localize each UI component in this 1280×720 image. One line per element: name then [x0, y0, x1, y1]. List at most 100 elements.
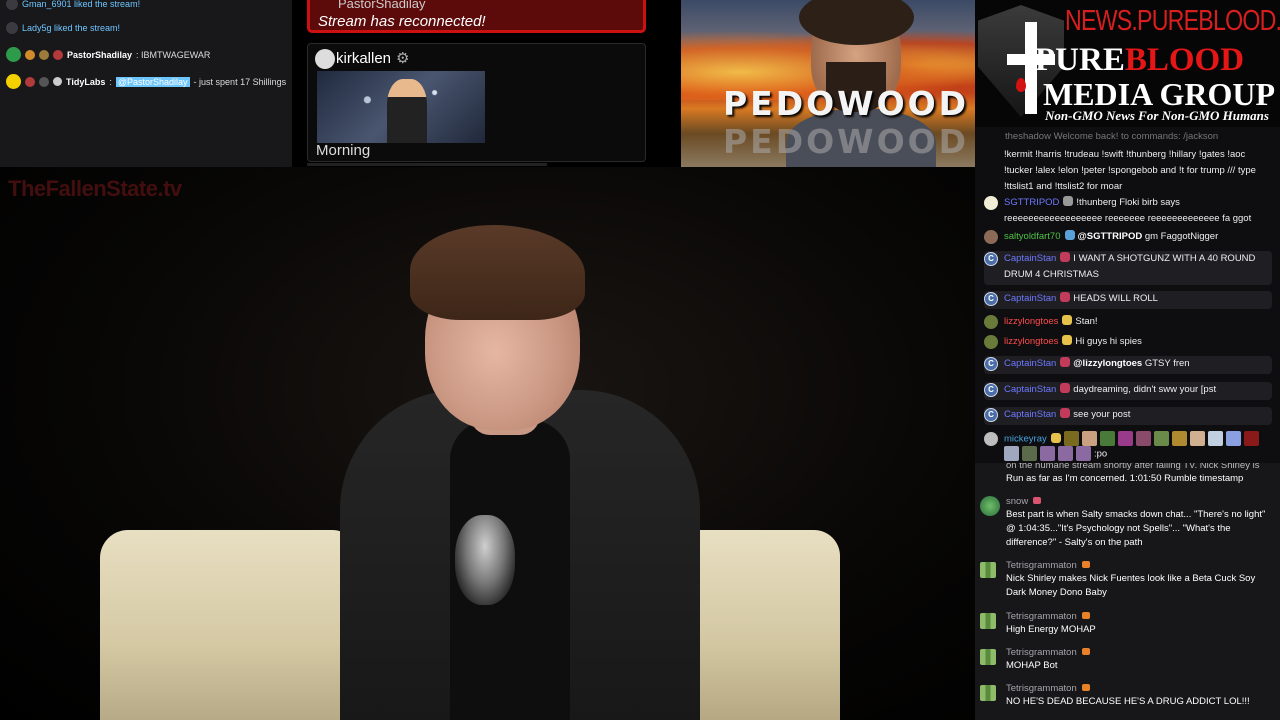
chat-message: C CaptainStan @lizzylongtoes GTSY fren: [984, 356, 1272, 374]
avatar: C: [984, 357, 998, 371]
user-card[interactable]: kirkallen ⚙ Morning: [307, 43, 646, 162]
chat-message: SGTTRIPOD !thunberg Floki birb says reeee…: [984, 195, 1272, 227]
chat-message: lizzylongtoes Stan!: [984, 314, 1272, 330]
card-thumbnail: [317, 71, 485, 143]
gear-icon[interactable]: ⚙: [396, 49, 409, 67]
emote-icon: [1022, 445, 1037, 461]
alert-like: Lady5g liked the stream!: [6, 22, 120, 34]
chat-message: mickeyray :po: [984, 431, 1272, 462]
chat-username[interactable]: lizzylongtoes: [1004, 336, 1058, 347]
badge-icon: [1033, 497, 1042, 504]
mention[interactable]: @lizzylongtoes: [1073, 358, 1142, 369]
alerts-panel: Gman_6901 liked the stream! Lady5g liked…: [0, 0, 292, 167]
chat-panel[interactable]: theshadow Welcome back! to commands: /ja…: [975, 127, 1280, 463]
chat-message: Tetrisgrammaton High Energy MOHAP: [980, 611, 1272, 637]
chair-left: [100, 530, 360, 720]
avatar: [980, 613, 996, 629]
chat-message: snow Best part is when Salty smacks down…: [980, 496, 1272, 550]
emote-icon: [1171, 431, 1187, 446]
card-caption: Morning: [316, 142, 371, 159]
chat-username[interactable]: mickeyray: [1004, 434, 1047, 445]
person-hair: [410, 225, 585, 320]
chat-username[interactable]: saltyoldfart70: [1004, 231, 1061, 242]
chat-message: Tetrisgrammaton Nick Shirley makes Nick …: [980, 560, 1272, 600]
blood-drop-icon: [1016, 78, 1026, 92]
logo-tagline: Non-GMO News For Non-GMO Humans: [1045, 108, 1269, 123]
badge-icon: [1081, 561, 1090, 568]
badge-icon: [1060, 383, 1071, 393]
chat-message: saltyoldfart70 @SGTTRIPOD gm FaggotNigger: [984, 229, 1272, 245]
logo-line1: PUREBLOOD: [1035, 42, 1245, 78]
badge-icon: [25, 76, 35, 87]
badge-icon: [1060, 357, 1071, 367]
chat-username[interactable]: lizzylongtoes: [1004, 316, 1058, 327]
badge-icon: [1081, 612, 1090, 619]
divider: [307, 163, 547, 166]
chat-username[interactable]: snow: [1006, 496, 1028, 507]
emote-icon: [1004, 445, 1019, 461]
alert-chat: PastorShadilay : IBMTWAGEWAR: [6, 47, 210, 62]
chat-cut-line: theshadow Welcome back! to commands: /ja…: [1005, 131, 1219, 141]
avatar: [984, 230, 998, 244]
chat-username[interactable]: CaptainStan: [1004, 293, 1056, 304]
chat-username[interactable]: CaptainStan: [1004, 384, 1056, 395]
channel-watermark: TheFallenState.tv: [8, 176, 182, 201]
reconnect-banner: PastorShadilay Stream has reconnected!: [307, 0, 646, 33]
emote-icon: [1081, 431, 1097, 446]
badge-icon: [1062, 315, 1073, 325]
chat-message: C CaptainStan I WANT A SHOTGUNZ WITH A 40…: [984, 251, 1272, 285]
avatar: C: [984, 408, 998, 422]
chat-panel-secondary[interactable]: on the humane stream shortly after falli…: [975, 463, 1280, 720]
chat-username[interactable]: Tetrisgrammaton: [1006, 611, 1077, 622]
chat-cut-line: on the humane stream shortly after falli…: [1006, 463, 1260, 471]
avatar: [984, 315, 998, 329]
main-video[interactable]: [0, 167, 975, 720]
emote-row: [1004, 445, 1094, 462]
mention[interactable]: @PastorShadilay: [115, 76, 190, 87]
alert-username[interactable]: TidyLabs: [66, 77, 105, 87]
avatar: [980, 496, 1000, 516]
chat-username[interactable]: Tetrisgrammaton: [1006, 647, 1077, 658]
badge-icon: [53, 49, 63, 60]
chat-message: C CaptainStan daydreaming, didn't sww you…: [984, 382, 1272, 400]
chat-message: Run as far as I'm concerned. 1:01:50 Rum…: [1006, 473, 1244, 484]
avatar: [980, 562, 996, 578]
emote-icon: [1153, 431, 1169, 446]
chat-username[interactable]: Tetrisgrammaton: [1006, 560, 1077, 571]
alert-username[interactable]: PastorShadilay: [67, 50, 132, 60]
emote-icon: [1058, 445, 1073, 461]
video-title: PEDOWOOD: [723, 84, 970, 123]
chat-message: C CaptainStan HEADS WILL ROLL: [984, 291, 1272, 309]
badge-icon: [1060, 292, 1071, 302]
chat-username[interactable]: CaptainStan: [1004, 409, 1056, 420]
mention[interactable]: @SGTTRIPOD: [1078, 231, 1143, 242]
avatar: [6, 74, 21, 89]
card-username: kirkallen: [336, 50, 392, 67]
badge-icon: [1081, 648, 1090, 655]
avatar: C: [984, 252, 998, 266]
emote-icon: [1135, 431, 1151, 446]
badge-icon: [25, 49, 35, 60]
chat-username[interactable]: CaptainStan: [1004, 253, 1056, 264]
secondary-video[interactable]: PEDOWOOD PEDOWOOD: [681, 0, 975, 167]
chat-username[interactable]: CaptainStan: [1004, 358, 1056, 369]
chat-message: Tetrisgrammaton MOHAP Bot: [980, 647, 1272, 673]
emote-icon: [1099, 431, 1115, 446]
avatar: C: [984, 383, 998, 397]
badge-icon: [1063, 196, 1074, 206]
avatar: C: [984, 292, 998, 306]
chat-username[interactable]: Tetrisgrammaton: [1006, 683, 1077, 694]
reconnect-message: Stream has reconnected!: [318, 13, 486, 30]
emote-icon: [1243, 431, 1259, 446]
avatar: [980, 649, 996, 665]
badge-icon: [1062, 335, 1073, 345]
badge-icon: [1081, 684, 1090, 691]
chat-username[interactable]: SGTTRIPOD: [1004, 197, 1059, 208]
emote-icon: [1189, 431, 1205, 446]
video-title-reflection: PEDOWOOD: [723, 122, 970, 161]
verified-icon: [53, 77, 62, 86]
banner-username: PastorShadilay: [338, 0, 426, 11]
heart-icon: [6, 0, 18, 10]
emote-icon: [1076, 445, 1091, 461]
emote-icon: [1207, 431, 1223, 446]
